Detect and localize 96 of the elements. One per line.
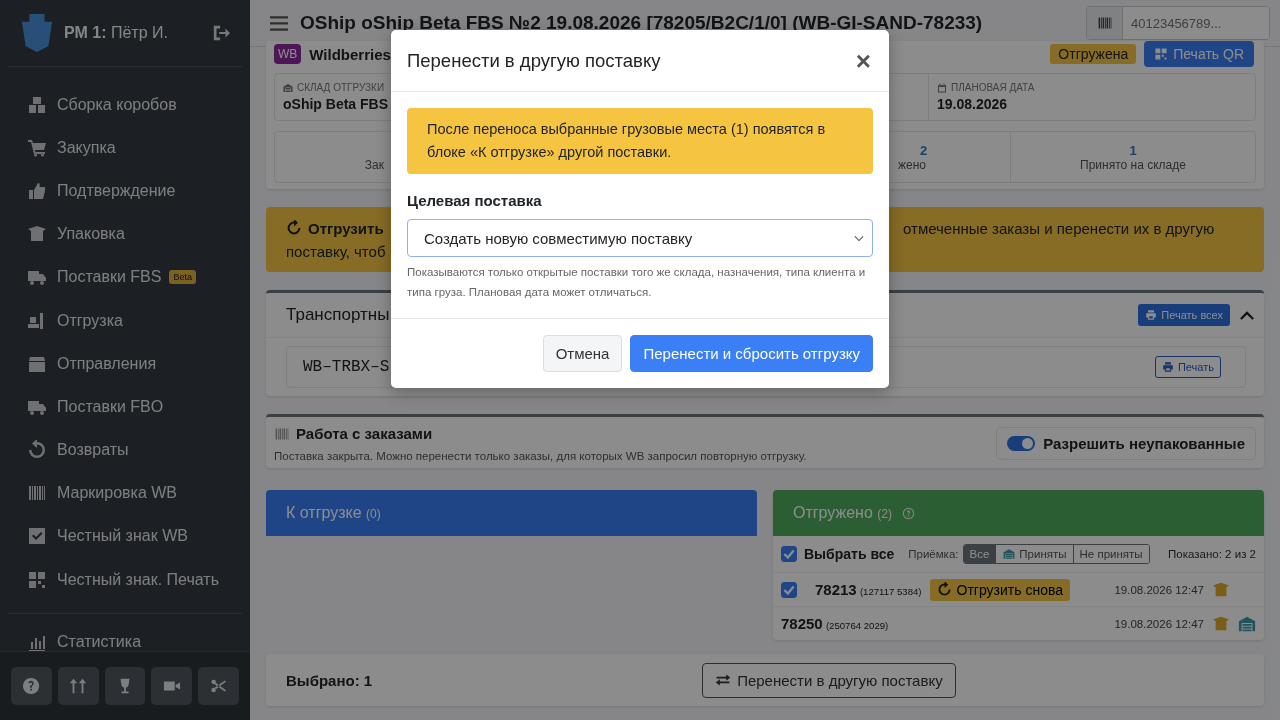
user-name: РМ 1: Пётр И. — [64, 24, 169, 42]
warehouse-icon — [1002, 548, 1017, 560]
help-icon[interactable] — [901, 506, 915, 520]
toggle-label: Разрешить неупакованные — [1043, 435, 1245, 452]
nav-item[interactable]: Возвраты — [0, 428, 250, 472]
help-icon — [22, 677, 41, 695]
nav-item[interactable]: Подтверждение — [0, 169, 250, 213]
stat-value: 1 — [1129, 142, 1137, 158]
caret-icon — [854, 234, 864, 242]
order-date: 19.08.2026 12:47 — [1114, 583, 1204, 596]
selected-count: Выбрано: 1 — [286, 671, 373, 689]
logout-icon[interactable] — [212, 24, 230, 42]
stat-label: Зак — [364, 158, 384, 172]
warehouse-icon — [283, 82, 293, 93]
nav-item[interactable]: Честный знак WB — [0, 514, 250, 559]
stat-label: жено — [898, 157, 926, 172]
box-code: WB–TRBX–S — [303, 358, 390, 376]
stat-value: 2 — [920, 142, 928, 158]
field-value: oShip Beta FBS — [283, 96, 389, 112]
nav-item[interactable]: Отгрузка — [0, 298, 250, 343]
order-number: 78213 (127117 5384) — [815, 581, 922, 598]
print-all-button[interactable]: Печать всех — [1138, 304, 1230, 326]
modal-title: Перенести в другую поставку — [407, 49, 662, 72]
nav-item[interactable]: Честный знак. Печать — [0, 558, 250, 602]
status-badge: Отгружена — [1050, 44, 1137, 64]
refresh-icon — [936, 582, 952, 597]
card-title: Работа с заказами — [296, 425, 433, 442]
column-title: Отгружено (2) — [793, 504, 892, 522]
marketplace-name: Wildberries — [309, 45, 391, 63]
checkbox[interactable] — [781, 581, 797, 598]
filter-button[interactable]: Все — [963, 545, 996, 563]
card-note: Поставка закрыта. Можно перенести только заказы, для которых WB запросил повторную отгрузку. — [274, 450, 808, 462]
checkbox-icon — [27, 526, 47, 547]
chevron-icon[interactable] — [1240, 310, 1254, 320]
boxes-icon — [27, 94, 47, 115]
alert-text: отмеченные заказы и перенести их в другую — [903, 220, 1215, 239]
ship-logo — [20, 14, 54, 52]
alert-text: поставку, чтоб — [286, 242, 387, 260]
reship-button[interactable]: Отгрузить снова — [929, 578, 1070, 601]
tool-button[interactable] — [57, 667, 99, 705]
nav-item[interactable]: Поставки FBS Beta — [0, 255, 250, 299]
qr-code-icon — [1154, 47, 1169, 61]
refresh-icon — [286, 220, 302, 236]
cancel-button[interactable]: Отмена — [542, 335, 623, 373]
printer-icon — [1161, 361, 1174, 373]
warning-message: После переноса выбранные грузовые места (1) появятся в блоке «К отгрузке» другой поставки. — [407, 108, 873, 175]
toggle-switch[interactable] — [1007, 436, 1036, 451]
field-hint: Показываются только открытые поставки того же склада, назначения, типа клиента и типа груза. Плановая дата может отличаться. — [407, 265, 867, 300]
field-label: СКЛАД ОТГРУЗКИ — [283, 82, 920, 93]
close-button[interactable]: × — [853, 47, 873, 74]
scan-field[interactable]: 40123456789... — [1086, 6, 1270, 40]
marketplace-logo: WB — [274, 44, 302, 64]
beta-badge: Beta — [169, 270, 196, 285]
order-date: 19.08.2026 12:47 — [1114, 617, 1204, 630]
move-button[interactable]: Перенести в другую поставку — [702, 662, 956, 698]
checkbox[interactable] — [781, 546, 797, 562]
swap-icon — [715, 672, 732, 688]
alert-text: Отгрузить — [308, 219, 384, 237]
column-title: К отгрузке (0) — [286, 504, 381, 522]
menu-icon[interactable] — [270, 15, 288, 31]
tool-button[interactable] — [104, 667, 146, 705]
checkbox-label: Выбрать все — [804, 546, 895, 562]
nav-item[interactable]: Упаковка — [0, 212, 250, 256]
filter-label: Приёмка: — [908, 548, 959, 560]
print-button[interactable]: Печать — [1154, 356, 1221, 378]
nav-item[interactable]: Статистика — [0, 620, 250, 651]
sort-icon — [69, 677, 88, 695]
printer-icon — [1145, 309, 1158, 321]
field-label: Целевая поставка — [407, 192, 543, 210]
shown-count: Показано: 2 из 2 — [1168, 548, 1256, 560]
barcode-icon — [1096, 15, 1113, 31]
filter-button[interactable]: Не приняты — [1072, 545, 1149, 563]
calendar-icon — [937, 82, 947, 93]
qr-code-icon — [27, 569, 47, 590]
nav-item[interactable]: Отправления — [0, 342, 250, 386]
print-qr-button[interactable]: Печать QR — [1144, 41, 1254, 67]
nav-item[interactable]: Поставки FBO — [0, 385, 250, 429]
stat-label: Принято на складе — [1080, 157, 1186, 172]
card-title: Транспортны — [286, 305, 390, 325]
thumbs-up-icon — [27, 180, 47, 201]
nav-item[interactable]: Маркировка WB — [0, 471, 250, 515]
tool-button[interactable] — [151, 667, 193, 705]
field-value: 19.08.2026 — [937, 96, 1009, 112]
barcode-icon — [274, 425, 290, 442]
nav-item[interactable]: Сборка коробов — [0, 83, 250, 127]
order-number: 78250 (250764 2029) — [781, 615, 889, 632]
scissors-icon — [209, 677, 228, 695]
undo-icon — [27, 440, 47, 461]
page-title: OShip oShip Beta FBS №2 19.08.2026 [78205/B2C/1/0] (WB-GI-SAND-78233) — [300, 12, 984, 34]
tool-button[interactable] — [11, 667, 52, 705]
cart-icon — [27, 137, 47, 158]
tool-button[interactable] — [198, 667, 239, 705]
confirm-button[interactable]: Перенести и сбросить отгрузку — [630, 335, 873, 373]
field-label: ПЛАНОВАЯ ДАТА — [937, 82, 1247, 93]
target-select[interactable]: Создать новую совместимую поставку — [407, 219, 873, 258]
nav-item[interactable]: Закупка — [0, 126, 250, 170]
